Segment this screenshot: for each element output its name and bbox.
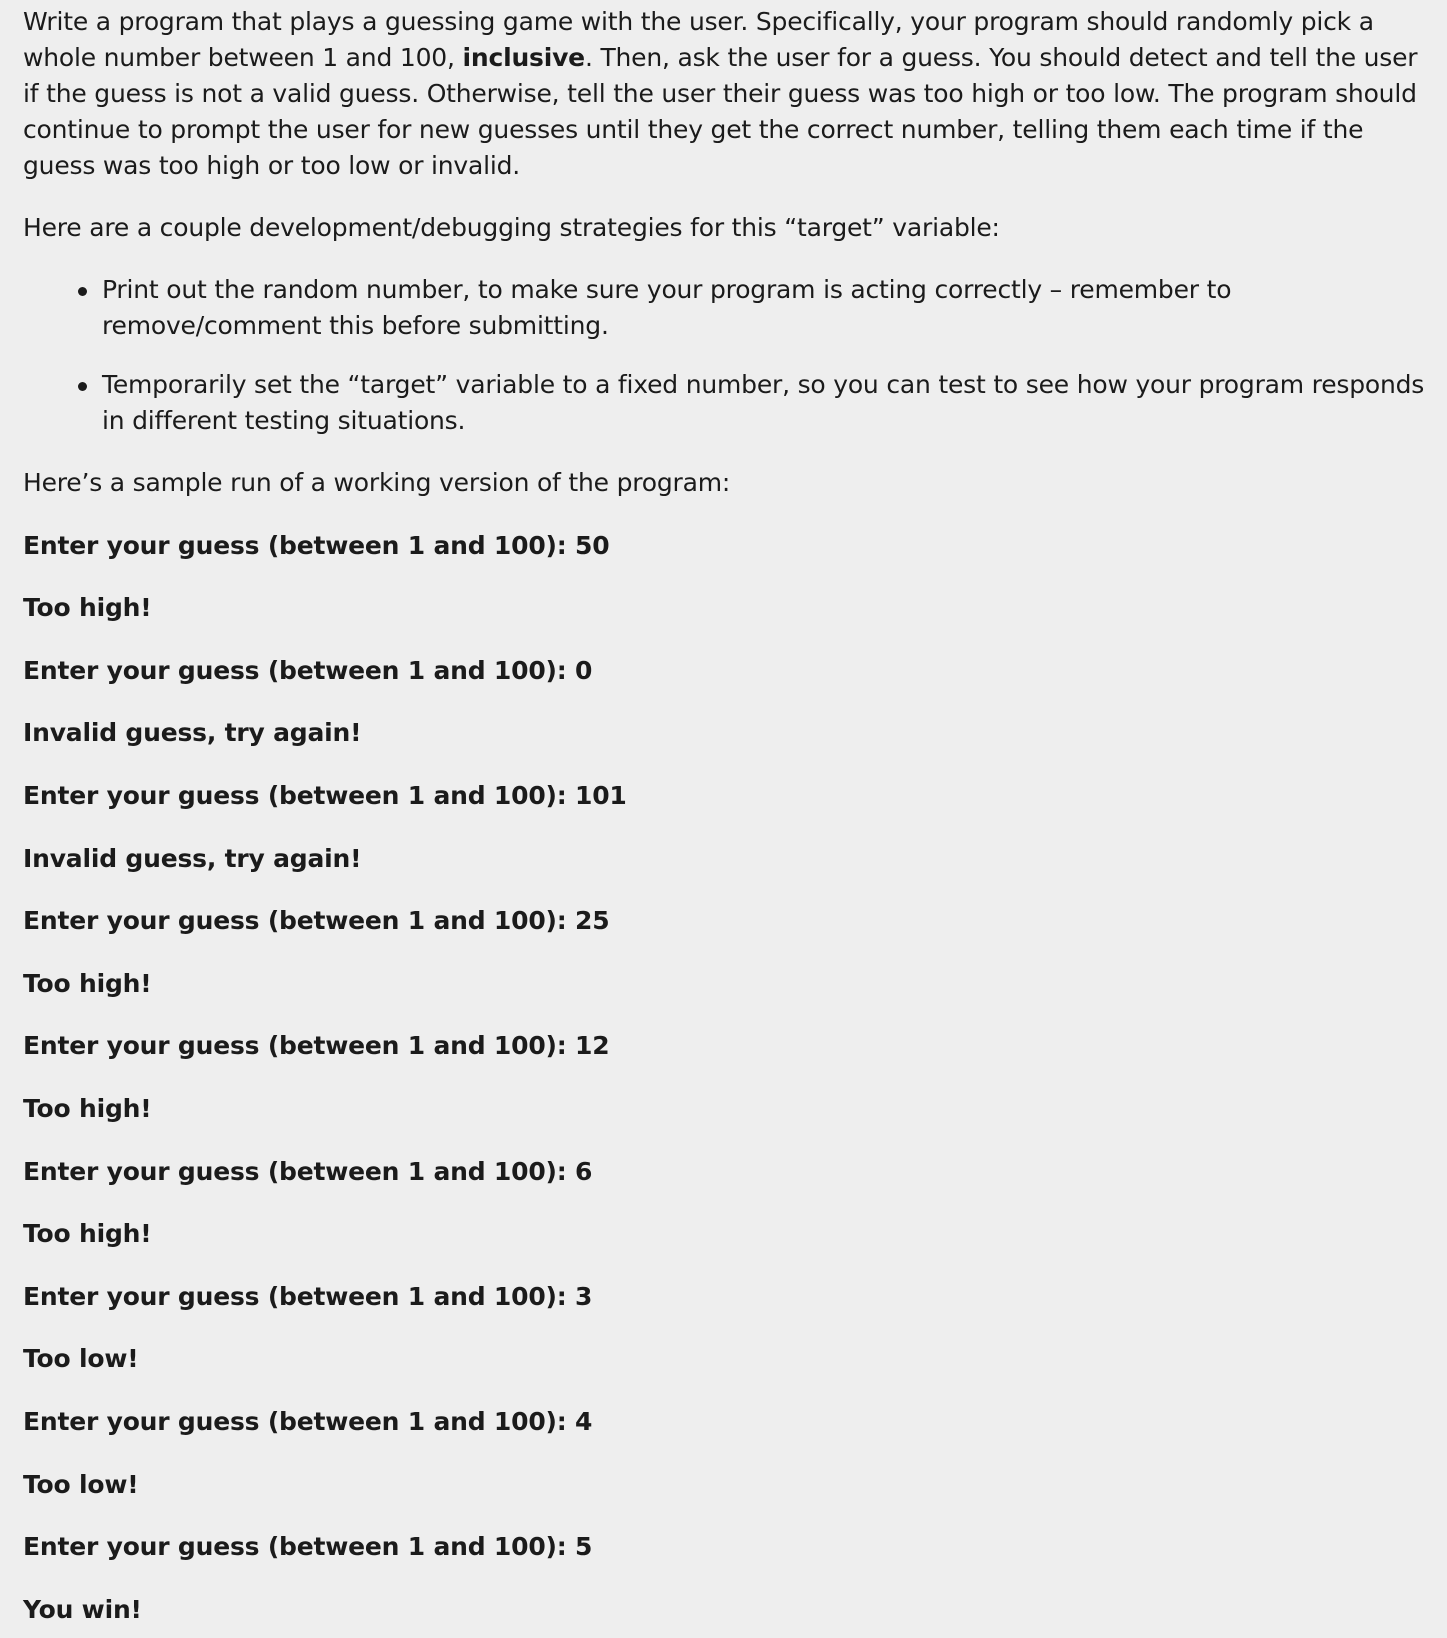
bullet-icon	[78, 287, 87, 296]
strategy-text: Temporarily set the “target” variable to…	[102, 370, 1425, 435]
sample-run-output: Enter your guess (between 1 and 100): 50…	[23, 528, 1447, 1628]
intro-paragraph: Write a program that plays a guessing ga…	[23, 4, 1423, 184]
sample-run-line: Enter your guess (between 1 and 100): 50	[23, 530, 610, 560]
assignment-page: Write a program that plays a guessing ga…	[0, 0, 1447, 1638]
sample-run-line: Enter your guess (between 1 and 100): 12	[23, 1031, 610, 1061]
bullet-icon	[78, 382, 87, 391]
sample-run-line: Enter your guess (between 1 and 100): 25	[23, 906, 610, 936]
strategies-list: Print out the random number, to make sur…	[23, 272, 1447, 439]
sample-run-line: Enter your guess (between 1 and 100): 6	[23, 1156, 593, 1186]
intro-bold-word: inclusive	[462, 43, 585, 72]
sample-run-line: Too high!	[23, 593, 152, 623]
sample-run-line: Too high!	[23, 968, 152, 998]
strategy-item: Print out the random number, to make sur…	[78, 272, 1446, 344]
sample-run-line: Invalid guess, try again!	[23, 718, 362, 748]
sample-run-line: Enter your guess (between 1 and 100): 3	[23, 1281, 593, 1311]
strategy-text: Print out the random number, to make sur…	[102, 275, 1232, 340]
sample-run-line: Enter your guess (between 1 and 100): 10…	[23, 780, 627, 810]
sample-run-line: Enter your guess (between 1 and 100): 4	[23, 1406, 593, 1436]
sample-run-line: Too high!	[23, 1219, 152, 1249]
sample-run-intro: Here’s a sample run of a working version…	[23, 468, 731, 497]
sample-run-line: Enter your guess (between 1 and 100): 0	[23, 655, 593, 685]
sample-run-line: You win!	[23, 1594, 142, 1624]
sample-run-line: Invalid guess, try again!	[23, 843, 362, 873]
sample-run-line: Enter your guess (between 1 and 100): 5	[23, 1532, 593, 1562]
sample-run-line: Too low!	[23, 1469, 139, 1499]
strategy-item: Temporarily set the “target” variable to…	[78, 367, 1446, 439]
sample-run-line: Too high!	[23, 1093, 152, 1123]
strategies-intro: Here are a couple development/debugging …	[23, 213, 1000, 242]
sample-run-line: Too low!	[23, 1344, 139, 1374]
